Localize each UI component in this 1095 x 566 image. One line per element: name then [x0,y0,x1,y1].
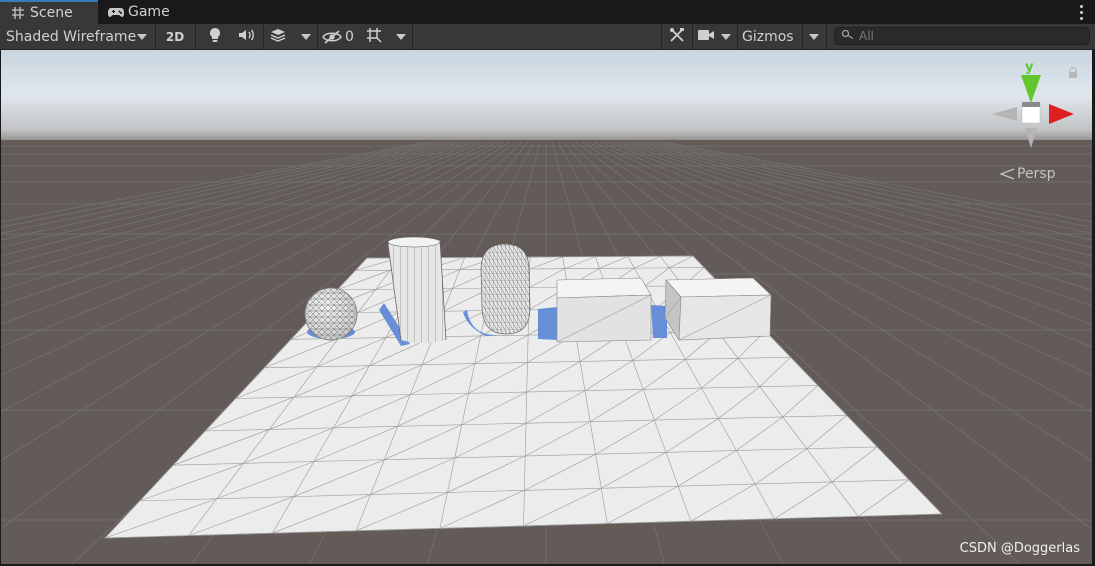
toggle-2d-button[interactable]: 2D [160,25,190,48]
tools-wrench-icon [669,27,685,47]
lightbulb-icon [209,27,221,47]
watermark: CSDN @Doggerlas [959,541,1080,556]
scene-view-window: Scene Game Shaded Wireframe 2D 0 Gizmos … [0,0,1095,566]
lock-icon[interactable] [1068,64,1078,78]
search-input[interactable] [859,29,1079,43]
chevron-down-icon [809,33,819,40]
cube-object-2[interactable] [664,277,772,341]
chevron-down-icon [721,33,731,40]
video-camera-icon [697,29,715,45]
camera-dropdown[interactable] [717,25,735,48]
scene-viewport[interactable]: y Persp CSDN @Doggerlas [1,50,1092,564]
sphere-object[interactable] [304,287,358,341]
chevron-down-icon [301,33,311,40]
scene-visibility-toggle[interactable]: 0 [318,25,358,48]
projection-toggle[interactable]: Persp [999,166,1056,182]
effects-dropdown[interactable] [296,25,316,48]
axis-x-cone-icon [1049,104,1074,124]
tab-game[interactable]: Game [106,0,186,24]
grid-hash-icon [10,5,26,21]
lighting-toggle-button[interactable] [200,25,230,48]
cube-object-1[interactable] [556,277,652,343]
search-icon [841,29,855,43]
component-tools-button[interactable] [664,25,690,48]
draw-mode-label: Shaded Wireframe [6,28,136,45]
effects-toggle-button[interactable] [265,25,291,48]
draw-mode-dropdown[interactable]: Shaded Wireframe [0,25,152,48]
hidden-count: 0 [345,28,354,45]
capsule-object[interactable] [480,243,531,335]
tab-game-label: Game [128,4,170,20]
scene-search-field[interactable] [834,27,1090,45]
gizmo-center-cube[interactable] [1021,104,1041,124]
grid-dropdown[interactable] [391,25,411,48]
chevron-down-icon [396,33,406,40]
axis-y-cone-icon [1021,75,1041,103]
gizmos-dropdown[interactable] [804,25,824,48]
axis-y-label: y [1025,60,1034,75]
audio-toggle-button[interactable] [232,25,262,48]
tab-bar: Scene Game [0,0,1095,24]
gamepad-icon [108,4,124,20]
projection-label: Persp [1017,166,1056,182]
scene-render [1,50,1092,564]
tab-scene-label: Scene [30,5,73,21]
perspective-chevron-icon [999,168,1015,180]
axis-neg-y-cone-icon [1025,128,1037,148]
sky [1,50,1092,150]
axis-neg-x-cone-icon [992,107,1017,121]
tab-scene[interactable]: Scene [0,0,98,24]
eye-hidden-icon [322,29,342,44]
gizmos-toggle-button[interactable]: Gizmos [739,25,801,48]
grid-snap-icon [366,27,382,47]
grid-toggle-button[interactable] [362,25,386,48]
chevron-down-icon [137,34,147,40]
scene-toolbar: Shaded Wireframe 2D 0 Gizmos All [0,24,1095,50]
layers-stack-icon [269,28,287,46]
speaker-icon [238,28,256,46]
more-options-icon[interactable] [1075,3,1087,21]
camera-settings-button[interactable] [695,25,717,48]
